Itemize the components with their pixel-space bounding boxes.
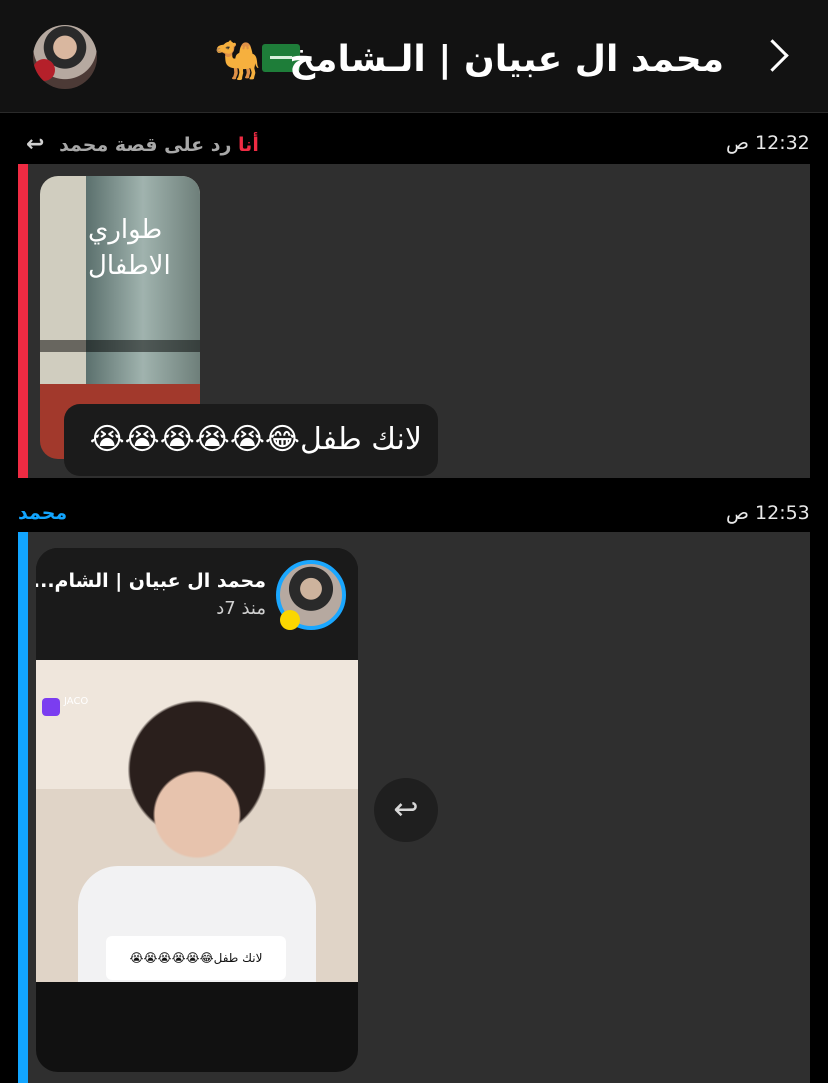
message-time: 12:32 ص bbox=[726, 132, 810, 154]
reply-icon: ↩ bbox=[26, 132, 45, 157]
story-card-header: محمد ال عبيان | الشام... منذ 7د bbox=[36, 548, 358, 660]
reply-text: لانك طفل😂😭😭😭😭😭 bbox=[64, 404, 438, 476]
message-meta: أنا رد على قصة محمد ↩ 12:32 ص bbox=[0, 126, 828, 160]
message-bubble[interactable]: طواري الاطفال لانك طفل😂😭😭😭😭😭 bbox=[18, 164, 810, 478]
reply-context: رد على قصة محمد bbox=[59, 134, 232, 156]
emoji-row: 😂😭😭😭😭😭 bbox=[89, 422, 300, 457]
reply-accent-bar bbox=[18, 164, 28, 478]
camel-icon: 🐪 bbox=[214, 38, 262, 82]
avatar[interactable] bbox=[33, 25, 97, 89]
star-badge-icon bbox=[280, 610, 300, 630]
story-accent-bar bbox=[18, 532, 28, 1083]
chat-header: 🐪 محمد ال عبيان | الـشامخ bbox=[0, 0, 828, 113]
chat-title[interactable]: محمد ال عبيان | الـشامخ bbox=[289, 36, 724, 84]
story-card[interactable]: محمد ال عبيان | الشام... منذ 7د JACO لان… bbox=[36, 548, 358, 1072]
thumbnail-caption-bar bbox=[40, 340, 200, 352]
reply-text-value: لانك طفل bbox=[299, 422, 422, 457]
message-bubble[interactable]: محمد ال عبيان | الشام... منذ 7د JACO لان… bbox=[18, 532, 810, 1083]
message-time: 12:53 ص bbox=[726, 502, 810, 524]
reply-share-button[interactable]: ↩ bbox=[374, 778, 438, 842]
thumbnail-text: طواري الاطفال bbox=[88, 215, 171, 281]
story-photo: JACO لانك طفل😂😭😭😭😭😭 bbox=[36, 660, 358, 982]
message-meta: محمد 12:53 ص bbox=[0, 496, 828, 530]
jaco-logo-icon bbox=[42, 698, 60, 716]
logo-text: JACO bbox=[64, 696, 89, 707]
story-age: منذ 7د bbox=[216, 598, 266, 619]
sender-name: محمد bbox=[18, 502, 68, 524]
story-sticker: لانك طفل😂😭😭😭😭😭 bbox=[106, 936, 286, 980]
chevron-right-icon[interactable] bbox=[756, 39, 789, 72]
reply-label: أنا رد على قصة محمد ↩ bbox=[18, 132, 259, 157]
story-author: محمد ال عبيان | الشام... bbox=[36, 570, 266, 592]
reply-by: أنا bbox=[238, 134, 259, 156]
